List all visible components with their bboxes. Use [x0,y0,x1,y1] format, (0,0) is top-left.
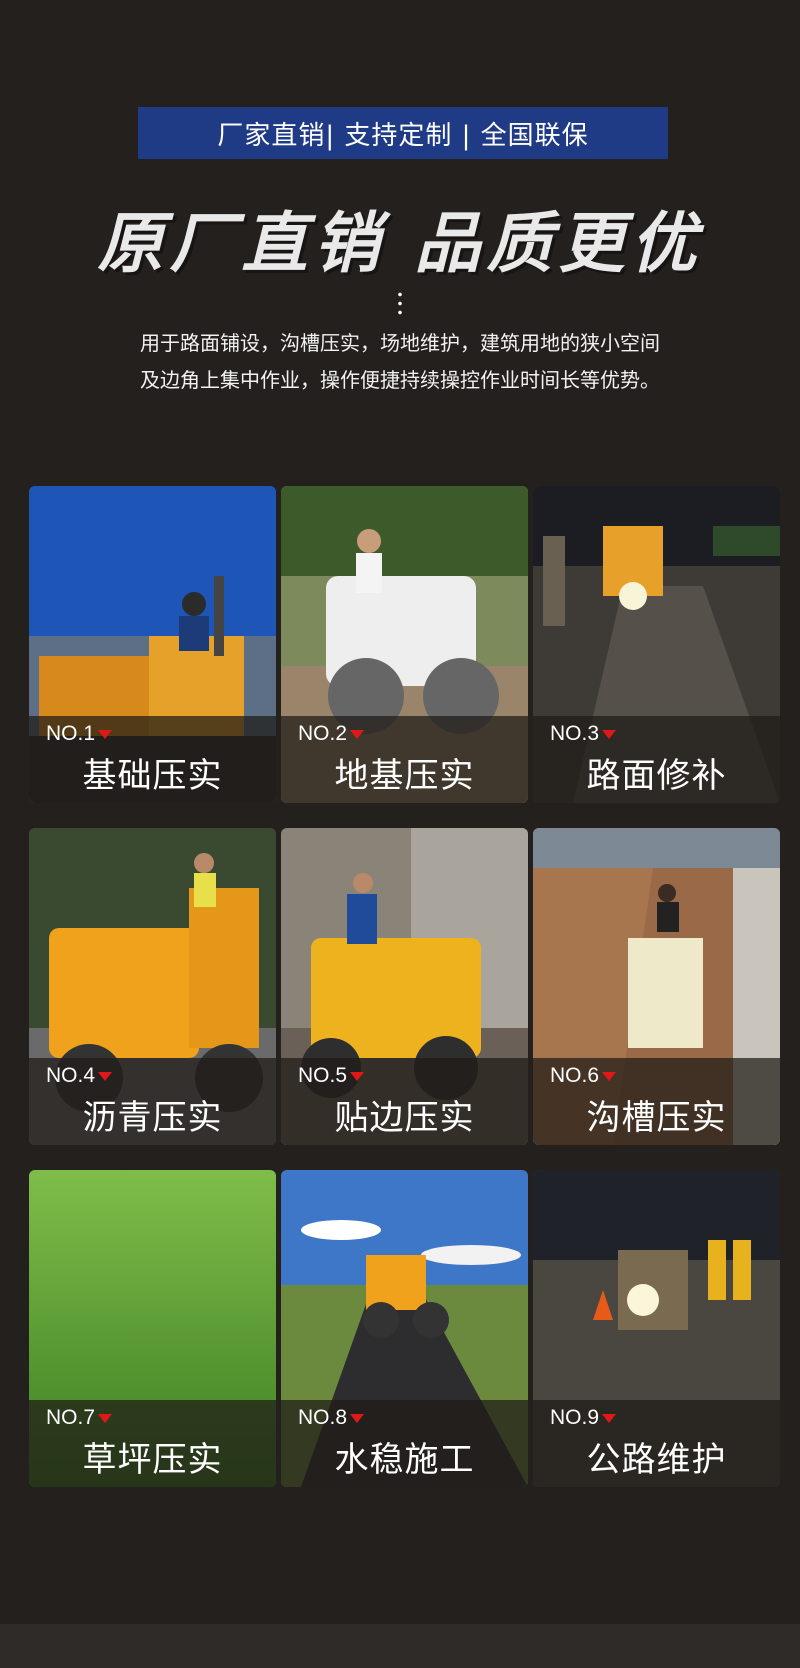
triangle-down-icon [350,729,365,739]
triangle-down-icon [350,1071,365,1081]
card-title: 草坪压实 [82,1440,223,1480]
headline: 原厂直销 品质更优 [97,205,703,282]
vertical-dots-icon [398,290,402,316]
triangle-down-icon [98,729,113,739]
card-number: NO.8 [298,1406,365,1430]
card-edge-compaction[interactable]: NO.5 贴边压实 [281,828,528,1145]
banner-text: 厂家直销| 支持定制 | 全国联保 [217,120,589,151]
card-road-repair[interactable]: NO.3 路面修补 [533,486,780,803]
triangle-down-icon [98,1071,113,1081]
card-lawn-compaction[interactable]: NO.7 草坪压实 [29,1170,276,1487]
description-line-1: 用于路面铺设，沟槽压实，场地维护，建筑用地的狭小空间 [140,331,660,355]
description-line-2: 及边角上集中作业，操作便捷持续操控作业时间长等优势。 [140,368,660,392]
card-number: NO.2 [298,722,365,746]
card-number: NO.6 [550,1064,617,1088]
card-asphalt-compaction[interactable]: NO.4 沥青压实 [29,828,276,1145]
card-number: NO.5 [298,1064,365,1088]
triangle-down-icon [602,729,617,739]
card-ground-compaction[interactable]: NO.2 地基压实 [281,486,528,803]
card-number: NO.7 [46,1406,113,1430]
triangle-down-icon [98,1413,113,1423]
card-title: 水稳施工 [334,1440,475,1480]
triangle-down-icon [350,1413,365,1423]
card-number: NO.9 [550,1406,617,1430]
triangle-down-icon [602,1413,617,1423]
application-grid: NO.1 基础压实 NO.2 地基压实 NO.3 路面修补 NO.4 沥青压实 … [29,486,781,1487]
bottom-strip [0,1624,800,1668]
card-cement-stabilized-construction[interactable]: NO.8 水稳施工 [281,1170,528,1487]
card-highway-maintenance[interactable]: NO.9 公路维护 [533,1170,780,1487]
triangle-down-icon [602,1071,617,1081]
card-number: NO.1 [46,722,113,746]
top-banner: 厂家直销| 支持定制 | 全国联保 [138,107,668,159]
card-title: 沟槽压实 [586,1098,727,1138]
card-title: 地基压实 [334,756,475,796]
card-title: 沥青压实 [82,1098,223,1138]
card-trench-compaction[interactable]: NO.6 沟槽压实 [533,828,780,1145]
card-number: NO.4 [46,1064,113,1088]
card-title: 公路维护 [586,1440,727,1480]
description: 用于路面铺设，沟槽压实，场地维护，建筑用地的狭小空间 及边角上集中作业，操作便捷… [0,325,800,399]
card-title: 路面修补 [586,756,727,796]
card-number: NO.3 [550,722,617,746]
card-foundation-compaction[interactable]: NO.1 基础压实 [29,486,276,803]
card-title: 贴边压实 [334,1098,475,1138]
card-title: 基础压实 [82,756,223,796]
